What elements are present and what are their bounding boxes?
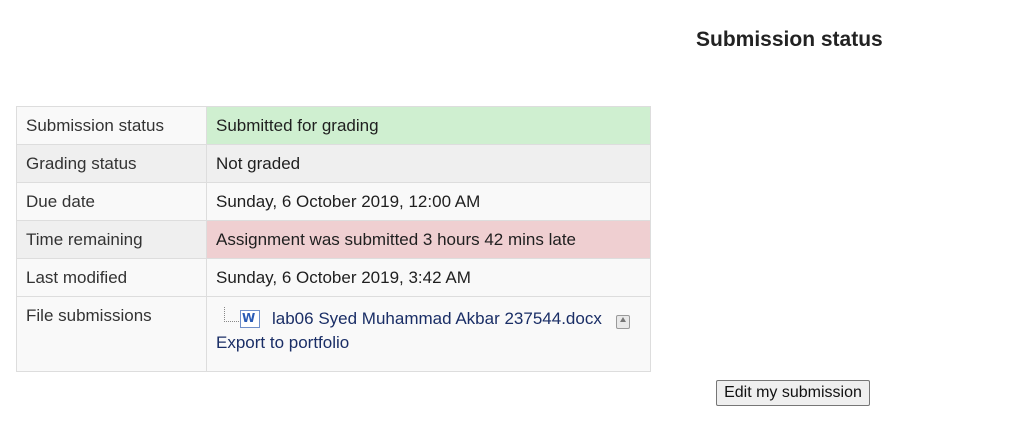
table-row: Last modified Sunday, 6 October 2019, 3:… [16, 258, 651, 297]
edit-submission-button[interactable]: Edit my submission [716, 380, 870, 406]
table-row: Grading status Not graded [16, 144, 651, 183]
due-date-value: Sunday, 6 October 2019, 12:00 AM [206, 182, 651, 221]
table-row: Submission status Submitted for grading [16, 106, 651, 145]
time-remaining-value: Assignment was submitted 3 hours 42 mins… [206, 220, 651, 259]
table-row: Time remaining Assignment was submitted … [16, 220, 651, 259]
row-label: Due date [16, 182, 207, 221]
table-row: File submissions W lab06 Syed Muhammad A… [16, 296, 651, 372]
file-submissions-value: W lab06 Syed Muhammad Akbar 237544.docx … [206, 296, 651, 372]
row-label: Time remaining [16, 220, 207, 259]
submission-status-value: Submitted for grading [206, 106, 651, 145]
export-to-portfolio-link[interactable]: Export to portfolio [216, 333, 641, 353]
assignment-submission-page: Submission status Submission status Subm… [0, 0, 1019, 427]
table-row: Due date Sunday, 6 October 2019, 12:00 A… [16, 182, 651, 221]
grading-status-value: Not graded [206, 144, 651, 183]
export-portfolio-icon[interactable] [615, 315, 630, 329]
row-label: Grading status [16, 144, 207, 183]
tree-connector [224, 306, 239, 322]
page-title: Submission status [696, 28, 883, 51]
submitted-file-link[interactable]: lab06 Syed Muhammad Akbar 237544.docx [272, 309, 602, 329]
row-label: Submission status [16, 106, 207, 145]
last-modified-value: Sunday, 6 October 2019, 3:42 AM [206, 258, 651, 297]
submission-status-table: Submission status Submitted for grading … [16, 106, 651, 372]
file-tree-item: W lab06 Syed Muhammad Akbar 237544.docx [224, 306, 641, 331]
row-label: Last modified [16, 258, 207, 297]
row-label: File submissions [16, 296, 207, 372]
word-doc-icon: W [240, 310, 260, 328]
